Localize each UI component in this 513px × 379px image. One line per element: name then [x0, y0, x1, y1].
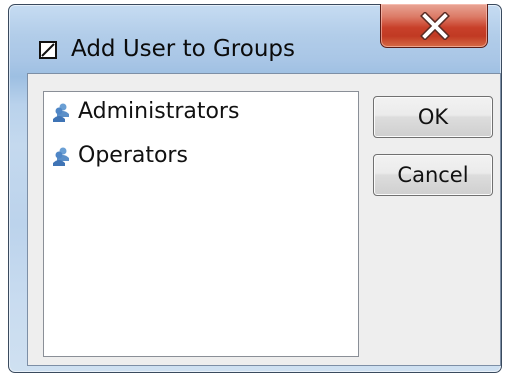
close-button[interactable]	[380, 4, 488, 48]
list-item-label: Administrators	[78, 99, 240, 124]
user-group-icon	[53, 103, 69, 122]
groups-list[interactable]: Administrators Operators	[43, 91, 359, 357]
checkbox-square-icon	[39, 41, 57, 59]
dialog-client-area: Administrators Operators OK Cancel	[27, 73, 501, 366]
ok-button[interactable]: OK	[373, 96, 493, 138]
close-x-icon	[420, 12, 450, 40]
add-user-to-groups-dialog: Add User to Groups Administrators Operat…	[8, 4, 502, 373]
user-group-icon	[53, 147, 69, 166]
cancel-button[interactable]: Cancel	[373, 154, 493, 196]
list-item-administrators[interactable]: Administrators	[52, 98, 239, 126]
list-item-operators[interactable]: Operators	[52, 142, 188, 170]
list-item-label: Operators	[78, 143, 188, 168]
page: Add User to Groups Administrators Operat…	[0, 0, 513, 379]
dialog-title: Add User to Groups	[71, 36, 295, 62]
